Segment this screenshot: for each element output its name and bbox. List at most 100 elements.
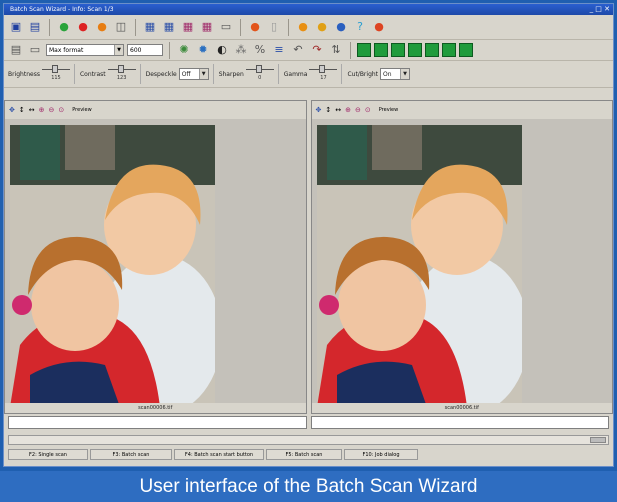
- function-key-bar: F2: Single scan F3: Batch scan F4: Batch…: [4, 445, 613, 460]
- dpi-value: 600: [130, 47, 142, 54]
- scan-batch-icon[interactable]: ▦: [161, 19, 177, 35]
- mirror-icon[interactable]: ⇅: [328, 42, 344, 58]
- color-adjust-icon[interactable]: ✹: [195, 42, 211, 58]
- contrast-slider[interactable]: 123: [107, 64, 136, 84]
- rotate-left-icon[interactable]: ↶: [290, 42, 306, 58]
- zoom-fit-icon[interactable]: ⊙: [365, 106, 371, 114]
- left-status-field[interactable]: [8, 416, 307, 429]
- horizontal-fit-icon[interactable]: ↔: [29, 106, 35, 114]
- chevron-down-icon[interactable]: ▼: [198, 69, 208, 79]
- green-sphere-icon[interactable]: ●: [56, 19, 72, 35]
- flip-icon[interactable]: ↷: [309, 42, 325, 58]
- green-button[interactable]: [408, 43, 422, 57]
- exit-icon[interactable]: ●: [371, 19, 387, 35]
- monitor-icon[interactable]: ▭: [218, 19, 234, 35]
- f3-batch-scan-button[interactable]: F3: Batch scan: [90, 449, 172, 460]
- help-icon[interactable]: ?: [352, 19, 368, 35]
- chevron-down-icon[interactable]: ▼: [114, 45, 123, 55]
- stop-icon[interactable]: ●: [247, 19, 263, 35]
- horizontal-scrollbar[interactable]: [8, 435, 609, 445]
- preview-image-area[interactable]: [5, 119, 306, 403]
- slider-thumb[interactable]: [255, 65, 262, 73]
- contrast-label: Contrast: [79, 70, 106, 78]
- cutbright-control: Cut/Bright On ▼: [347, 64, 414, 84]
- slider-thumb[interactable]: [117, 65, 124, 73]
- frame-icon[interactable]: ◫: [113, 19, 129, 35]
- zoom-out-icon[interactable]: ⊖: [355, 106, 361, 114]
- dpi-select[interactable]: 600: [127, 44, 163, 56]
- right-status-field[interactable]: [310, 416, 609, 429]
- window-controls[interactable]: _ □ ✕: [590, 5, 610, 14]
- clipboard-icon[interactable]: ▤: [8, 42, 24, 58]
- scanned-photo: [316, 125, 522, 403]
- figure-caption: User interface of the Batch Scan Wizard: [0, 471, 617, 502]
- save-icon[interactable]: ▣: [8, 19, 24, 35]
- brightness-slider[interactable]: 115: [41, 64, 70, 84]
- gamma-label: Gamma: [283, 70, 308, 78]
- scan-prev-icon[interactable]: ▦: [199, 19, 215, 35]
- preview-label: Preview: [378, 107, 399, 113]
- separator: [135, 18, 136, 36]
- horizontal-fit-icon[interactable]: ↔: [335, 106, 341, 114]
- filename-label: scan00006.tif: [311, 403, 612, 413]
- scroll-thumb[interactable]: [590, 437, 606, 443]
- color-mode-icon[interactable]: ✺: [176, 42, 192, 58]
- info-icon[interactable]: ●: [333, 19, 349, 35]
- red-sphere-icon[interactable]: ●: [75, 19, 91, 35]
- green-button[interactable]: [357, 43, 371, 57]
- document-icon[interactable]: ▯: [266, 19, 282, 35]
- separator: [49, 18, 50, 36]
- orange-sphere-icon[interactable]: ●: [94, 19, 110, 35]
- green-button[interactable]: [459, 43, 473, 57]
- cutbright-select[interactable]: On ▼: [380, 68, 411, 80]
- move-icon[interactable]: ✥: [316, 106, 322, 114]
- gamma-slider[interactable]: 17: [309, 64, 338, 84]
- sharpen-slider[interactable]: 0: [245, 64, 274, 84]
- zoom-in-icon[interactable]: ⊕: [39, 106, 45, 114]
- despeckle-select[interactable]: Off ▼: [178, 68, 209, 80]
- format-select[interactable]: Max format ▼: [46, 44, 124, 56]
- slider-thumb[interactable]: [51, 65, 58, 73]
- percent-icon[interactable]: %: [252, 42, 268, 58]
- zoom-out-icon[interactable]: ⊖: [49, 106, 55, 114]
- contrast-control: Contrast 123: [80, 64, 141, 84]
- brightness-value: 115: [51, 75, 61, 81]
- zoom-in-icon[interactable]: ⊕: [345, 106, 351, 114]
- f2-single-scan-button[interactable]: F2: Single scan: [8, 449, 88, 460]
- app-window: Batch Scan Wizard - Info: Scan 1/3 _ □ ✕…: [3, 3, 614, 467]
- vertical-fit-icon[interactable]: ↕: [19, 106, 25, 114]
- green-button[interactable]: [374, 43, 388, 57]
- separator: [240, 18, 241, 36]
- preview-image-area[interactable]: [311, 119, 612, 403]
- format-value: Max format: [49, 47, 84, 54]
- brightness-control: Brightness 115: [8, 64, 75, 84]
- scan-next-icon[interactable]: ▦: [180, 19, 196, 35]
- green-button[interactable]: [391, 43, 405, 57]
- slider-thumb[interactable]: [319, 65, 326, 73]
- zoom-fit-icon[interactable]: ⊙: [58, 106, 64, 114]
- f4-batch-scan-start-button[interactable]: F4: Batch scan start button: [174, 449, 264, 460]
- vertical-fit-icon[interactable]: ↕: [325, 106, 331, 114]
- f5-batch-scan-button[interactable]: F5: Batch scan: [266, 449, 342, 460]
- scan-icon[interactable]: ▦: [142, 19, 158, 35]
- filename-label: scan00006.tif: [5, 403, 306, 413]
- sharpen-control: Sharpen 0: [219, 64, 279, 84]
- despeckle-label: Despeckle: [145, 70, 177, 78]
- dust-icon[interactable]: ⁂: [233, 42, 249, 58]
- green-button[interactable]: [425, 43, 439, 57]
- move-icon[interactable]: ✥: [9, 106, 15, 114]
- separator: [169, 41, 170, 59]
- folder-icon[interactable]: ▭: [27, 42, 43, 58]
- chevron-down-icon[interactable]: ▼: [400, 69, 410, 79]
- list-icon[interactable]: ≡: [271, 42, 287, 58]
- f10-job-dialog-button[interactable]: F10: Job dialog: [344, 449, 418, 460]
- grayscale-icon[interactable]: ◐: [214, 42, 230, 58]
- preview-label: Preview: [72, 107, 92, 113]
- green-button[interactable]: [442, 43, 456, 57]
- contrast-value: 123: [116, 75, 127, 81]
- save-all-icon[interactable]: ▤: [27, 19, 43, 35]
- record-icon[interactable]: ●: [295, 19, 311, 35]
- cutbright-label: Cut/Bright: [347, 70, 379, 78]
- pause-icon[interactable]: ●: [314, 19, 330, 35]
- separator: [288, 18, 289, 36]
